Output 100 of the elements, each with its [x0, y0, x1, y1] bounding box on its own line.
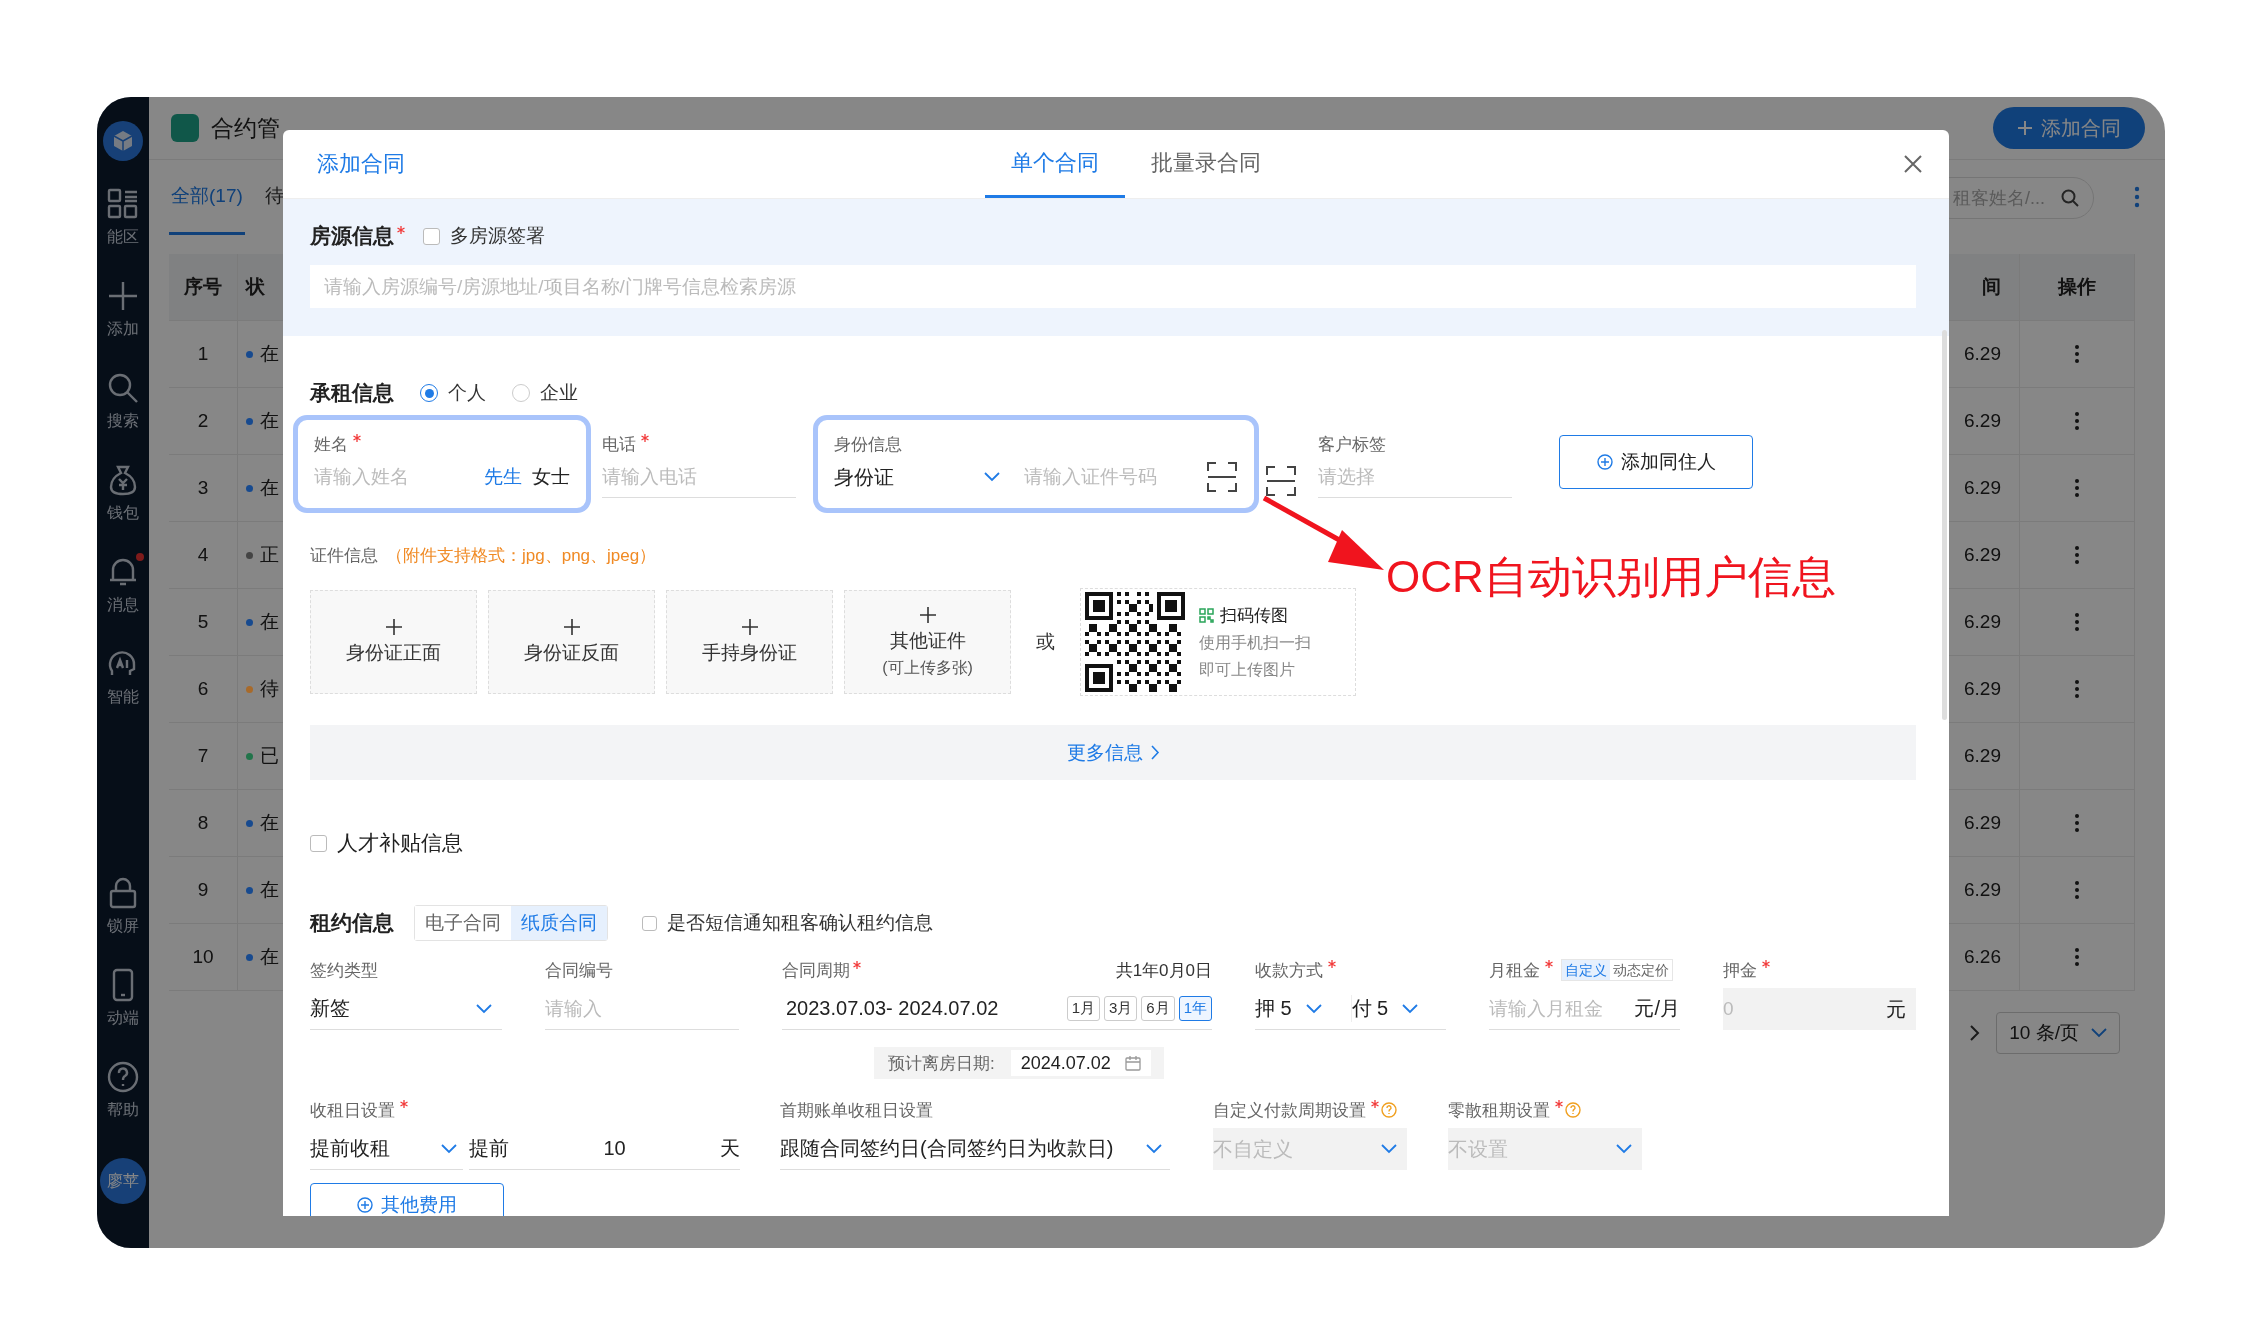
unit-text: 元/月: [1634, 996, 1680, 1021]
chevron-down-icon: [1305, 1003, 1322, 1014]
more-icon[interactable]: [2074, 411, 2080, 431]
first-bill-select[interactable]: 跟随合同签约日(合同签约日为收款日): [780, 1128, 1170, 1170]
more-info-link[interactable]: 更多信息: [1060, 738, 1166, 767]
upload-slot[interactable]: 身份证正面: [310, 590, 477, 694]
sidebar-label[interactable]: 能区: [107, 227, 139, 248]
sidebar-label[interactable]: 消息: [107, 595, 139, 616]
help-icon: [106, 1060, 140, 1094]
chevron-down-icon: [476, 1003, 492, 1014]
days-input[interactable]: 10: [603, 1137, 626, 1160]
radio-label[interactable]: 个人: [448, 380, 486, 406]
search-icon: [106, 371, 140, 405]
user-avatar[interactable]: 廖苹: [100, 1158, 146, 1204]
pricing-option[interactable]: 动态定价: [1610, 960, 1672, 980]
page-size-select[interactable]: 10 条/页: [1996, 1012, 2120, 1054]
next-page-icon[interactable]: [1970, 1025, 1981, 1041]
add-cohabitant-button[interactable]: 添加同住人: [1559, 435, 1753, 489]
sidebar-label[interactable]: 动端: [107, 1008, 139, 1029]
chevron-down-icon: [2091, 1028, 2107, 1038]
period-preset[interactable]: 1月: [1066, 996, 1100, 1021]
field-label: 姓名: [314, 433, 348, 456]
more-icon[interactable]: [2074, 947, 2080, 967]
plus-circle-icon: [1596, 454, 1613, 470]
plus-icon: [2017, 120, 2033, 136]
segment-option[interactable]: 纸质合同: [511, 906, 607, 940]
field-label: 合同周期: [782, 959, 850, 982]
more-icon[interactable]: [2074, 545, 2080, 565]
app-logo: [103, 121, 143, 161]
field-label: 电话: [602, 433, 636, 456]
upload-slot[interactable]: 手持身份证: [666, 590, 833, 694]
upload-slot[interactable]: 身份证反面: [488, 590, 655, 694]
checkbox-label[interactable]: 多房源签署: [450, 223, 545, 249]
more-icon[interactable]: [2074, 880, 2080, 900]
period-preset[interactable]: 1年: [1178, 996, 1212, 1021]
dialog-tab[interactable]: 批量录合同: [1125, 130, 1287, 198]
checkbox[interactable]: [642, 915, 657, 931]
chevron-down-icon: [1146, 1143, 1162, 1154]
checkbox[interactable]: [310, 834, 327, 852]
close-icon[interactable]: [1903, 154, 1923, 174]
upload-slot[interactable]: 其他证件 (可上传多张): [844, 590, 1011, 694]
rent-day-select[interactable]: 提前收租: [310, 1128, 463, 1170]
table-cell: 6.29: [1964, 410, 2001, 432]
more-icon[interactable]: [2074, 612, 2080, 632]
chevron-down-icon: [1616, 1144, 1632, 1154]
sign-type-select[interactable]: 新签: [310, 988, 502, 1030]
rent-input[interactable]: 请输入月租金: [1489, 997, 1625, 1020]
table-cell: 6.26: [1964, 946, 2001, 968]
period-preset[interactable]: 3月: [1103, 996, 1138, 1021]
other-fees-button[interactable]: 其他费用: [310, 1183, 504, 1216]
sidebar-label[interactable]: 锁屏: [107, 916, 139, 937]
unit-text: 天: [720, 1136, 740, 1161]
calendar-icon[interactable]: [1124, 1055, 1141, 1071]
section-title: 承租信息: [310, 380, 394, 406]
radio-label[interactable]: 企业: [540, 380, 578, 406]
sidebar-label[interactable]: 智能: [107, 687, 139, 708]
more-icon[interactable]: [2074, 344, 2080, 364]
more-icon[interactable]: [2134, 186, 2140, 208]
pay-months-select[interactable]: 付 5: [1351, 995, 1446, 1022]
search-icon: [2061, 189, 2079, 207]
checkbox-label[interactable]: 是否短信通知租客确认租约信息: [667, 910, 933, 936]
phone-input[interactable]: 请输入电话: [602, 465, 796, 488]
filter-tab[interactable]: 待: [262, 160, 286, 235]
pricing-option[interactable]: 自定义: [1562, 960, 1610, 980]
plus-icon: [740, 618, 759, 636]
qr-hint: 使用手机扫一扫: [1199, 632, 1311, 653]
id-number-input[interactable]: 请输入证件号码: [1024, 466, 1196, 488]
plus-icon: [562, 618, 581, 636]
more-icon[interactable]: [2074, 813, 2080, 833]
date-range-field[interactable]: 2023.07.03- 2024.07.02: [786, 997, 999, 1020]
sidebar-label[interactable]: 添加: [107, 319, 139, 340]
title-option[interactable]: 女士: [532, 464, 570, 490]
id-type-select[interactable]: 身份证: [834, 463, 1014, 491]
contract-number-input[interactable]: 请输入: [545, 997, 739, 1020]
period-preset[interactable]: 6月: [1141, 996, 1175, 1021]
tag-select[interactable]: 请选择: [1318, 465, 1512, 488]
table-cell: 7: [169, 723, 238, 789]
search-field[interactable]: 请输入房源编号/房源地址/项目名称/门牌号信息检索房源: [310, 265, 1916, 308]
field-label: 零散租期设置: [1448, 1099, 1550, 1122]
more-icon[interactable]: [2074, 478, 2080, 498]
title-option[interactable]: 先生: [484, 464, 522, 490]
qr-icon: [1199, 607, 1214, 623]
checkbox-label[interactable]: 人才补贴信息: [337, 829, 463, 857]
status-text: 在: [260, 945, 279, 969]
checkbox[interactable]: [423, 227, 440, 245]
checkout-date-field[interactable]: 2024.07.02: [1010, 1050, 1151, 1076]
more-icon[interactable]: [2074, 679, 2080, 699]
table-cell: 9: [169, 857, 238, 923]
column-header: 操作: [2020, 254, 2135, 320]
sidebar-label[interactable]: 帮助: [107, 1100, 139, 1121]
chevron-down-icon: [984, 472, 1000, 482]
deposit-months-select[interactable]: 押 5: [1255, 995, 1352, 1022]
scan-icon[interactable]: [1265, 465, 1297, 497]
scan-icon[interactable]: [1206, 461, 1238, 493]
scrollbar[interactable]: [1942, 330, 1947, 720]
table-cell: 6.29: [1964, 745, 2001, 767]
name-input[interactable]: 请输入姓名: [314, 466, 474, 488]
sidebar-label[interactable]: 钱包: [107, 503, 139, 524]
table-cell: 6.29: [1964, 343, 2001, 365]
sidebar-label[interactable]: 搜索: [107, 411, 139, 432]
